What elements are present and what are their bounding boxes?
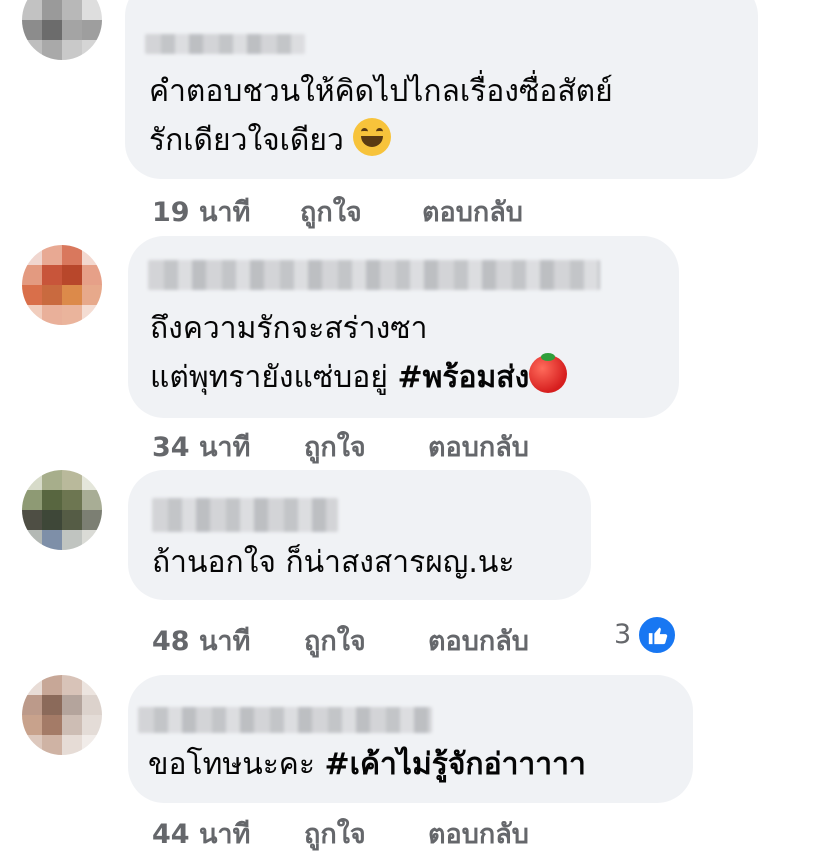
hashtag-link[interactable]: #พร้อมส่ง [397,360,529,395]
hashtag-link[interactable]: #เค้าไม่รู้จักอ่าาาาา [325,747,586,782]
commenter-name-blurred[interactable] [152,498,338,532]
comment-timestamp[interactable]: 48 นาที [152,619,250,662]
comment-bubble: ถ้านอกใจ ก็น่าสงสารผญ.นะ [128,470,591,600]
reaction-count[interactable]: 3 [614,619,631,650]
comment-text-line-1: ถึงความรักจะสร่างซา [150,311,428,346]
reply-link[interactable]: ตอบกลับ [428,619,529,662]
comment-text-line-2: รักเดียวใจเดียว [149,116,392,165]
avatar[interactable] [22,675,102,755]
like-thumb-icon[interactable] [636,614,678,656]
commenter-name-blurred[interactable] [148,260,600,290]
commenter-name-blurred[interactable] [145,34,305,54]
reply-link[interactable]: ตอบกลับ [428,812,529,855]
comment-timestamp[interactable]: 19 นาที [152,190,250,233]
comment-bubble: ถึงความรักจะสร่างซา แต่พุทรายังแซ่บอยู่ … [128,236,679,418]
tomato-icon [529,353,568,393]
comment-text-line-1: คำตอบชวนให้คิดไปไกลเรื่องซื่อสัตย์ [149,74,613,109]
reply-link[interactable]: ตอบกลับ [422,190,523,233]
avatar[interactable] [22,470,102,550]
comment-timestamp[interactable]: 44 นาที [152,812,250,855]
comment-timestamp[interactable]: 34 นาที [152,425,250,468]
like-link[interactable]: ถูกใจ [304,425,366,468]
commenter-name-blurred[interactable] [138,707,432,733]
laughing-face-icon [353,118,392,156]
avatar[interactable] [22,245,102,325]
comment-text-prefix: ขอโทษนะคะ [148,747,315,782]
comment-text: ถ้านอกใจ ก็น่าสงสารผญ.นะ [152,545,515,580]
like-link[interactable]: ถูกใจ [300,190,362,233]
comment-bubble: คำตอบชวนให้คิดไปไกลเรื่องซื่อสัตย์ รักเด… [125,0,758,179]
comment-text-line-2: แต่พุทรายังแซ่บอยู่ #พร้อมส่ง [150,353,568,402]
comment-text-line-2-text: แต่พุทรายังแซ่บอยู่ [150,360,388,395]
comment-text-line-2-text: รักเดียวใจเดียว [149,123,344,158]
like-thumb-glyph [648,627,668,645]
like-link[interactable]: ถูกใจ [304,619,366,662]
reply-link[interactable]: ตอบกลับ [428,425,529,468]
comment-text: ขอโทษนะคะ #เค้าไม่รู้จักอ่าาาาา [148,740,586,789]
comment-bubble: ขอโทษนะคะ #เค้าไม่รู้จักอ่าาาาา [128,675,693,803]
avatar[interactable] [22,0,102,60]
like-link[interactable]: ถูกใจ [304,812,366,855]
